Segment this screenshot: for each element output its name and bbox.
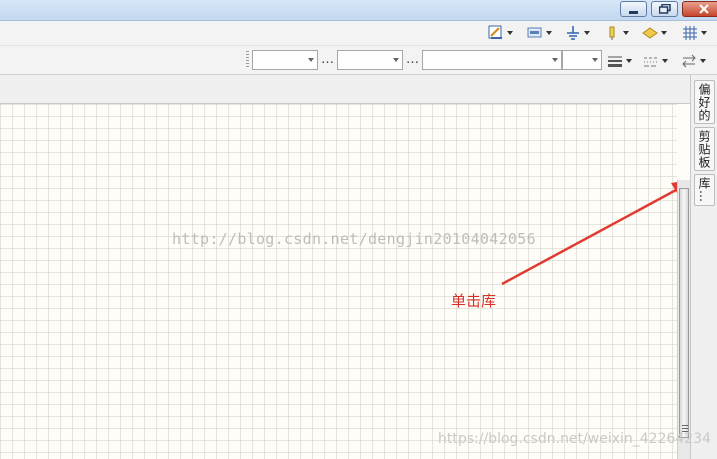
tab-favorites[interactable]: 偏好的	[694, 80, 715, 124]
annotation-label: 单击库	[451, 292, 497, 310]
vertical-scrollbar[interactable]	[677, 180, 691, 459]
tab-library-label: 库…	[697, 177, 711, 203]
footer-watermark: https://blog.csdn.net/weixin_42264234	[438, 431, 712, 447]
tab-library[interactable]: 库…	[694, 174, 715, 206]
tab-favorites-label: 偏好的	[697, 82, 711, 122]
annotation-arrow	[501, 179, 697, 286]
tab-clipboard-label: 剪贴板	[697, 129, 711, 169]
scrollbar-thumb[interactable]	[679, 188, 689, 438]
tab-clipboard[interactable]: 剪贴板	[694, 127, 715, 171]
side-panel: 偏好的 剪贴板 库…	[690, 75, 717, 459]
